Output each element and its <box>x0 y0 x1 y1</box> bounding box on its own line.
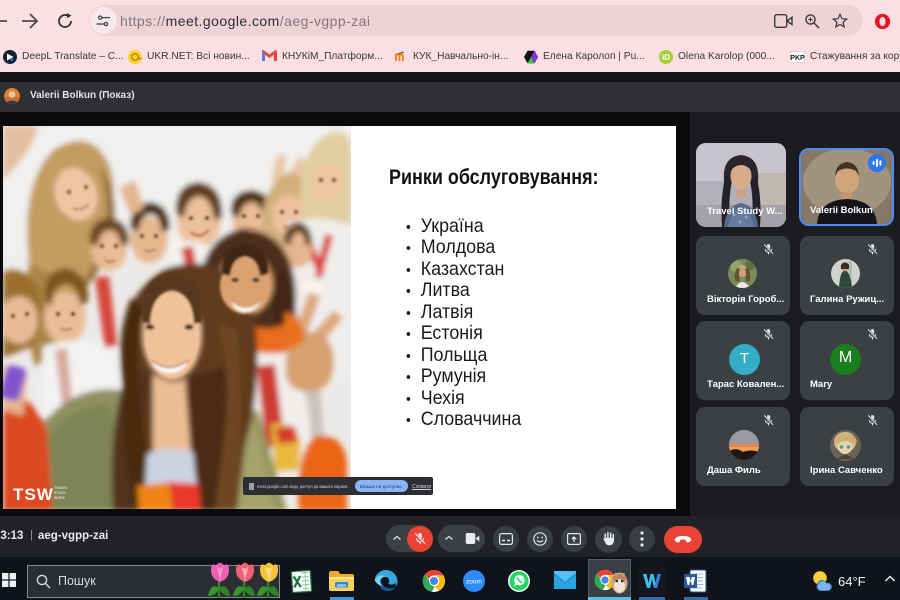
svg-text:PKP: PKP <box>790 55 805 62</box>
svg-text:TRAVEL: TRAVEL <box>54 486 68 490</box>
svg-text:WORK: WORK <box>54 496 66 500</box>
svg-text:TSW: TSW <box>13 485 54 504</box>
svg-text:zoom: zoom <box>466 579 482 586</box>
svg-text:STUDY: STUDY <box>54 491 67 495</box>
svg-text:iD: iD <box>662 53 670 62</box>
